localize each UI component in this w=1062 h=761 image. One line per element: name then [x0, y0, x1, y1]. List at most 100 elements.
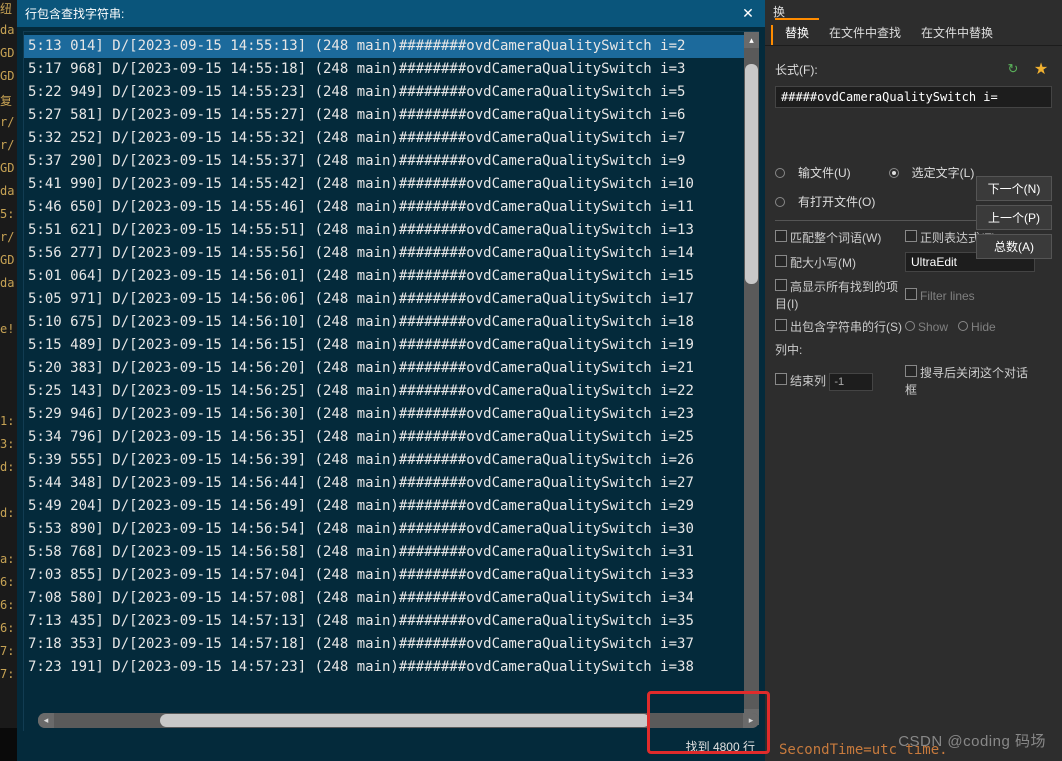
scroll-thumb[interactable]: [745, 64, 758, 284]
result-line[interactable]: 7:18 353] D/[2023-09-15 14:57:18] (248 m…: [24, 633, 744, 656]
tab-replace-in-files[interactable]: 在文件中替换: [911, 18, 1003, 45]
tab-find-in-files[interactable]: 在文件中查找: [819, 18, 911, 45]
result-line[interactable]: 5:22 949] D/[2023-09-15 14:55:23] (248 m…: [24, 81, 744, 104]
end-col-input[interactable]: [829, 373, 873, 391]
gutter-text: da: [0, 184, 17, 207]
gutter-text: 7:: [0, 644, 17, 667]
result-line[interactable]: 5:51 621] D/[2023-09-15 14:55:51] (248 m…: [24, 219, 744, 242]
out-lines-checkbox[interactable]: [775, 319, 787, 331]
form-area: 长式(F): ↻ ★ 输文件(U) 选定文字(L) 有打开文件(O): [765, 46, 1062, 410]
radio-all-open[interactable]: [775, 197, 785, 207]
gutter-text: 3:: [0, 437, 17, 460]
gutter-text: r/: [0, 230, 17, 253]
result-line[interactable]: 5:01 064] D/[2023-09-15 14:56:01] (248 m…: [24, 265, 744, 288]
result-line[interactable]: 5:41 990] D/[2023-09-15 14:55:42] (248 m…: [24, 173, 744, 196]
search-results-panel: 行包含查找字符串: ✕ 5:13 014] D/[2023-09-15 14:5…: [17, 0, 765, 761]
result-line[interactable]: 5:37 290] D/[2023-09-15 14:55:37] (248 m…: [24, 150, 744, 173]
result-line[interactable]: 5:32 252] D/[2023-09-15 14:55:32] (248 m…: [24, 127, 744, 150]
next-button[interactable]: 下一个(N): [976, 176, 1052, 201]
result-line[interactable]: 5:49 204] D/[2023-09-15 14:56:49] (248 m…: [24, 495, 744, 518]
result-line[interactable]: 5:05 971] D/[2023-09-15 14:56:06] (248 m…: [24, 288, 744, 311]
gutter-text: GD: [0, 69, 17, 92]
close-after-checkbox[interactable]: [905, 365, 917, 377]
result-line[interactable]: 5:17 968] D/[2023-09-15 14:55:18] (248 m…: [24, 58, 744, 81]
hscroll-thumb[interactable]: [160, 714, 650, 727]
editor-gutter: 纽daGDGD复r/r/GDda5:r/GDdae!1:3:d:d:a:6:6:…: [0, 0, 17, 728]
result-line[interactable]: 5:25 143] D/[2023-09-15 14:56:25] (248 m…: [24, 380, 744, 403]
find-input[interactable]: [775, 86, 1052, 108]
tab-replace[interactable]: 替换: [775, 18, 819, 45]
gutter-text: [0, 368, 17, 391]
highlight-label: 高显示所有找到的项目(I): [775, 280, 898, 311]
result-line[interactable]: 5:20 383] D/[2023-09-15 14:56:20] (248 m…: [24, 357, 744, 380]
whole-word-label: 匹配整个词语(W): [790, 231, 881, 245]
whole-word-checkbox[interactable]: [775, 230, 787, 242]
gutter-text: 6:: [0, 598, 17, 621]
result-line[interactable]: 5:13 014] D/[2023-09-15 14:55:13] (248 m…: [24, 35, 744, 58]
match-case-checkbox[interactable]: [775, 255, 787, 267]
horizontal-scrollbar[interactable]: ◂ ▸: [38, 713, 759, 728]
scroll-up-icon[interactable]: ▴: [744, 32, 759, 48]
find-replace-panel: 换 替换 在文件中查找 在文件中替换 长式(F): ↻ ★ 输文件(U) 选定文…: [765, 0, 1062, 761]
radio-selected-text[interactable]: [889, 168, 899, 178]
tabs: 替换 在文件中查找 在文件中替换: [765, 22, 1062, 46]
show-radio[interactable]: [905, 321, 915, 331]
result-line[interactable]: 5:29 946] D/[2023-09-15 14:56:30] (248 m…: [24, 403, 744, 426]
gutter-text: [0, 299, 17, 322]
result-line[interactable]: 5:15 489] D/[2023-09-15 14:56:15] (248 m…: [24, 334, 744, 357]
result-line[interactable]: 7:08 580] D/[2023-09-15 14:57:08] (248 m…: [24, 587, 744, 610]
count-button[interactable]: 总数(A): [976, 234, 1052, 259]
gutter-text: e!: [0, 322, 17, 345]
gutter-text: GD: [0, 46, 17, 69]
close-after-label: 搜寻后关闭这个对话框: [905, 366, 1028, 397]
result-line[interactable]: 5:44 348] D/[2023-09-15 14:56:44] (248 m…: [24, 472, 744, 495]
gutter-text: 6:: [0, 621, 17, 644]
result-line[interactable]: 5:27 581] D/[2023-09-15 14:55:27] (248 m…: [24, 104, 744, 127]
result-line[interactable]: 5:56 277] D/[2023-09-15 14:55:56] (248 m…: [24, 242, 744, 265]
regex-checkbox[interactable]: [905, 230, 917, 242]
panel-titlebar: 行包含查找字符串: ✕: [17, 0, 765, 27]
hide-label: Hide: [971, 320, 996, 334]
gutter-text: d:: [0, 460, 17, 483]
prev-button[interactable]: 上一个(P): [976, 205, 1052, 230]
result-line[interactable]: 7:03 855] D/[2023-09-15 14:57:04] (248 m…: [24, 564, 744, 587]
hide-radio[interactable]: [958, 321, 968, 331]
end-col-label: 结束列: [790, 374, 826, 388]
history-icon[interactable]: ↻: [1002, 58, 1024, 80]
gutter-text: 5:: [0, 207, 17, 230]
result-line[interactable]: 5:10 675] D/[2023-09-15 14:56:10] (248 m…: [24, 311, 744, 334]
gutter-text: 7:: [0, 667, 17, 690]
all-open-label: 有打开文件(O): [798, 193, 875, 210]
result-line[interactable]: 5:58 768] D/[2023-09-15 14:56:58] (248 m…: [24, 541, 744, 564]
highlight-checkbox[interactable]: [775, 279, 787, 291]
filter-checkbox[interactable]: [905, 288, 917, 300]
in-file-label: 输文件(U): [798, 164, 851, 181]
radio-in-file[interactable]: [775, 168, 785, 178]
result-line[interactable]: 5:39 555] D/[2023-09-15 14:56:39] (248 m…: [24, 449, 744, 472]
result-line[interactable]: 7:13 435] D/[2023-09-15 14:57:13] (248 m…: [24, 610, 744, 633]
select-text-label: 选定文字(L): [912, 164, 975, 181]
gutter-text: GD: [0, 253, 17, 276]
gutter-text: da: [0, 276, 17, 299]
gutter-text: [0, 713, 17, 728]
out-lines-label: 出包含字符串的行(S): [790, 320, 902, 334]
result-line[interactable]: 5:34 796] D/[2023-09-15 14:56:35] (248 m…: [24, 426, 744, 449]
result-line[interactable]: 5:46 650] D/[2023-09-15 14:55:46] (248 m…: [24, 196, 744, 219]
panel-status: 找到 4800 行: [686, 738, 755, 755]
gutter-text: a:: [0, 552, 17, 575]
scroll-right-icon[interactable]: ▸: [743, 713, 759, 728]
scroll-left-icon[interactable]: ◂: [38, 713, 54, 728]
gutter-text: [0, 483, 17, 506]
gutter-text: [0, 529, 17, 552]
end-col-checkbox[interactable]: [775, 373, 787, 385]
result-line[interactable]: 5:53 890] D/[2023-09-15 14:56:54] (248 m…: [24, 518, 744, 541]
gutter-text: 1:: [0, 414, 17, 437]
vertical-scrollbar[interactable]: ▴ ▾: [744, 32, 759, 725]
match-case-label: 配大小写(M): [790, 256, 856, 270]
results-container: 5:13 014] D/[2023-09-15 14:55:13] (248 m…: [23, 31, 759, 731]
result-line[interactable]: 7:23 191] D/[2023-09-15 14:57:23] (248 m…: [24, 656, 744, 679]
panel-title: 行包含查找字符串:: [25, 5, 124, 22]
results-list[interactable]: 5:13 014] D/[2023-09-15 14:55:13] (248 m…: [24, 32, 744, 725]
favorite-icon[interactable]: ★: [1030, 58, 1052, 80]
close-icon[interactable]: ✕: [739, 5, 757, 23]
